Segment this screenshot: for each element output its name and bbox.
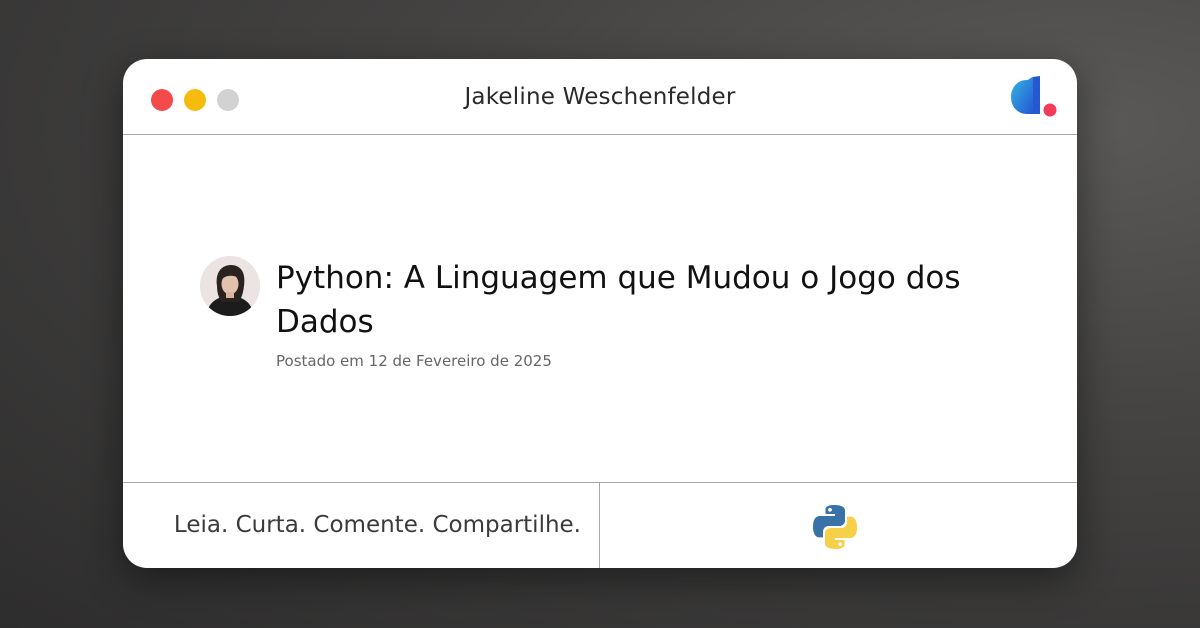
avatar-portrait-icon — [200, 256, 260, 316]
author-avatar[interactable] — [200, 256, 260, 316]
post-date: Postado em 12 de Fevereiro de 2025 — [276, 352, 552, 370]
post-card: Jakeline Weschenfelder Python: A Linguag… — [123, 59, 1077, 568]
footer-divider — [599, 483, 600, 568]
window-title: Jakeline Weschenfelder — [464, 84, 736, 110]
footer-tagline: Leia. Curta. Comente. Compartilhe. — [173, 512, 581, 538]
post-content: Python: A Linguagem que Mudou o Jogo dos… — [123, 135, 1077, 482]
dio-logo-icon — [1011, 76, 1057, 117]
python-logo-icon — [813, 505, 857, 549]
post-title[interactable]: Python: A Linguagem que Mudou o Jogo dos… — [276, 256, 996, 344]
card-footer: Leia. Curta. Comente. Compartilhe. — [123, 482, 1077, 568]
window-titlebar: Jakeline Weschenfelder — [123, 59, 1077, 135]
